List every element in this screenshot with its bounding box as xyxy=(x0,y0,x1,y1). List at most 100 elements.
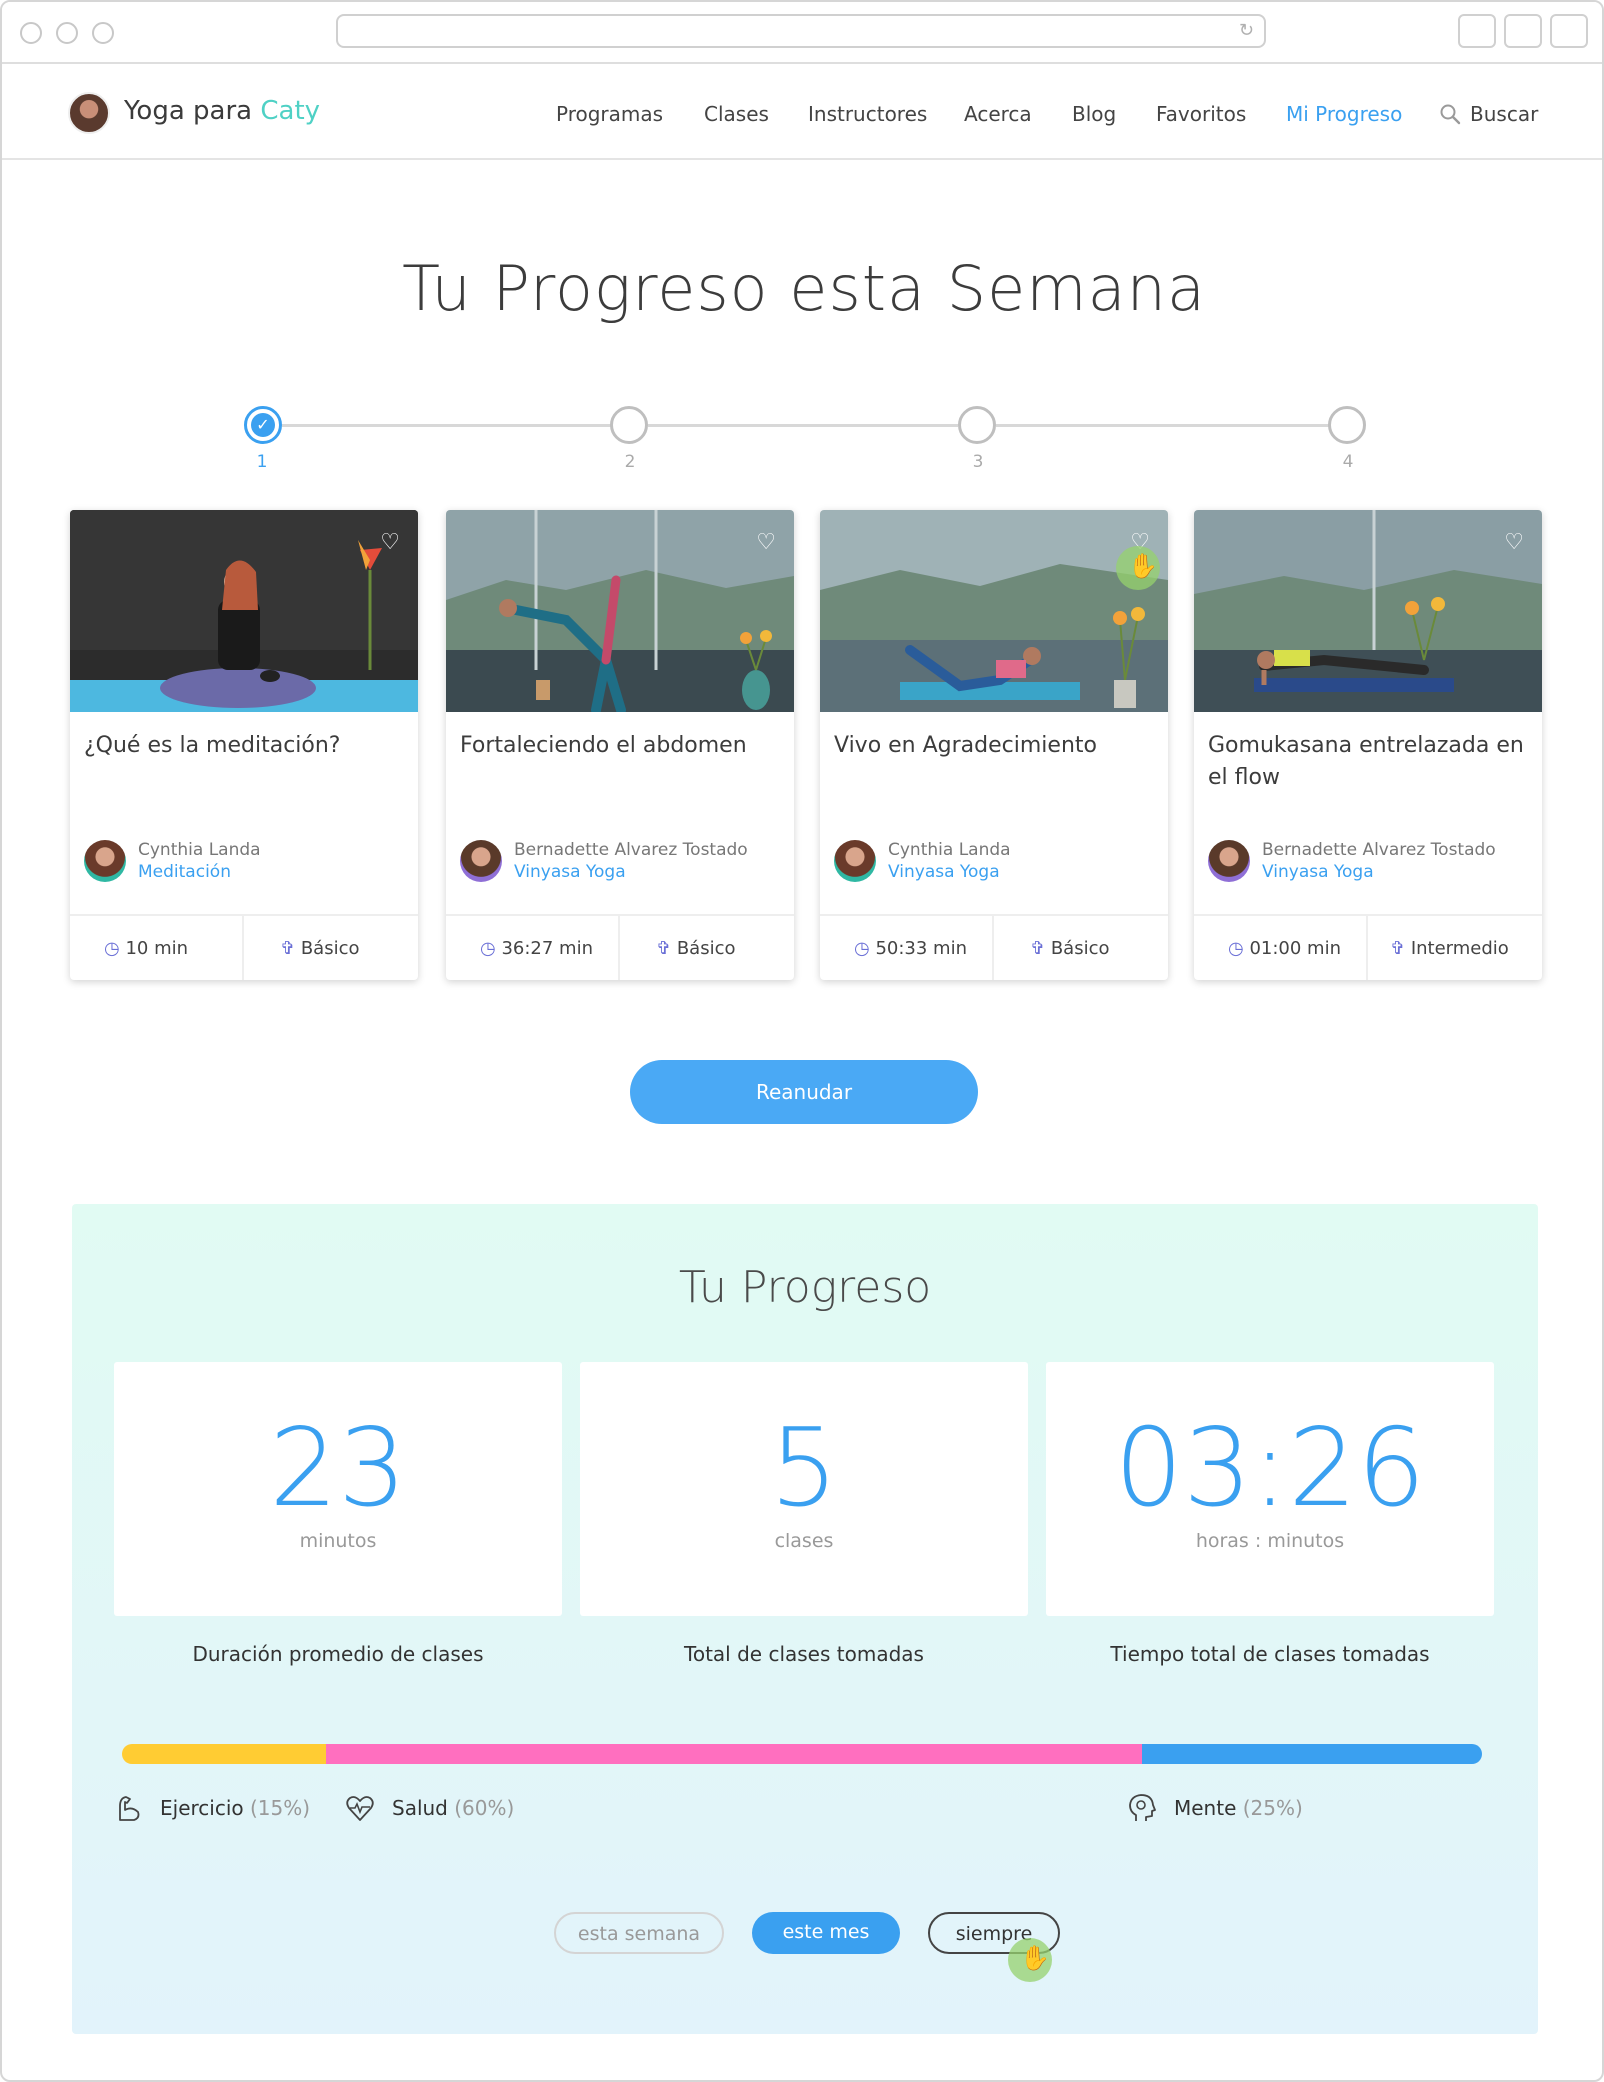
window-button-1[interactable] xyxy=(1458,14,1496,48)
stat-card-average-duration: 23 minutos xyxy=(114,1362,562,1616)
person-icon: ✞ xyxy=(656,938,672,959)
legend-health-pct: (60%) xyxy=(454,1796,515,1820)
class-thumbnail[interactable]: ♡ xyxy=(446,510,794,712)
breakdown-segment-salud xyxy=(326,1744,1142,1764)
favorite-heart-icon[interactable]: ♡ xyxy=(1504,530,1524,555)
brand-logo[interactable]: Yoga para Caty xyxy=(124,96,320,126)
stat-card-total-time: 03:26 horas : minutos xyxy=(1046,1362,1494,1616)
legend-health: Salud (60%) xyxy=(392,1796,514,1820)
instructor-name[interactable]: Bernadette Alvarez Tostado xyxy=(514,840,748,860)
class-thumbnail[interactable]: ♡ xyxy=(70,510,418,712)
class-thumbnail[interactable]: ♡ ✋ xyxy=(820,510,1168,712)
class-category[interactable]: Vinyasa Yoga xyxy=(514,862,626,882)
step-2-label: 2 xyxy=(624,452,636,472)
stat-card-total-classes: 5 clases xyxy=(580,1362,1028,1616)
window-button-2[interactable] xyxy=(1504,14,1542,48)
nav-item-favoritos[interactable]: Favoritos xyxy=(1156,102,1246,126)
instructor-name[interactable]: Cynthia Landa xyxy=(138,840,261,860)
step-3[interactable] xyxy=(958,406,996,444)
class-title[interactable]: ¿Qué es la meditación? xyxy=(84,730,404,762)
card-footer: ◷ 10 min ✞ Básico xyxy=(70,914,418,980)
window-minimize-dot[interactable] xyxy=(56,22,78,44)
duration: ◷ 10 min xyxy=(104,938,188,959)
favorite-heart-icon[interactable]: ♡ xyxy=(380,530,400,555)
address-bar[interactable]: ↻ xyxy=(336,14,1266,48)
nav-item-programas[interactable]: Programas xyxy=(556,102,663,126)
clock-icon: ◷ xyxy=(1228,938,1244,959)
legend-exercise: Ejercicio (15%) xyxy=(160,1796,310,1820)
nav-item-acerca[interactable]: Acerca xyxy=(964,102,1032,126)
legend-mind: Mente (25%) xyxy=(1174,1796,1303,1820)
progress-panel: Tu Progreso 23 minutos 5 clases 03:26 ho… xyxy=(72,1204,1538,2034)
filter-esta-semana[interactable]: esta semana xyxy=(554,1912,724,1954)
level: ✞ Básico xyxy=(656,938,736,959)
instructor-name[interactable]: Cynthia Landa xyxy=(888,840,1011,860)
instructor-avatar xyxy=(1208,840,1250,882)
head-mind-icon xyxy=(1129,1794,1156,1821)
level: ✞ Intermedio xyxy=(1390,938,1509,959)
level-value: Básico xyxy=(300,938,360,959)
step-4[interactable] xyxy=(1328,406,1366,444)
stat-unit: minutos xyxy=(299,1530,377,1552)
stat-label: Duración promedio de clases xyxy=(192,1642,484,1666)
class-category[interactable]: Meditación xyxy=(138,862,231,882)
stepper-line-1 xyxy=(282,424,612,427)
favorite-heart-icon[interactable]: ♡ xyxy=(756,530,776,555)
person-icon: ✞ xyxy=(1030,938,1046,959)
legend-exercise-name: Ejercicio xyxy=(160,1796,244,1820)
nav-item-mi-progreso[interactable]: Mi Progreso xyxy=(1286,102,1402,126)
class-title[interactable]: Gomukasana entrelazada en el flow xyxy=(1208,730,1528,794)
duration: ◷ 36:27 min xyxy=(480,938,593,959)
nav-search-label[interactable]: Buscar xyxy=(1470,102,1538,126)
class-thumbnail[interactable]: ♡ xyxy=(1194,510,1542,712)
filter-este-mes[interactable]: este mes xyxy=(752,1912,900,1954)
window-button-3[interactable] xyxy=(1550,14,1588,48)
class-title[interactable]: Vivo en Agradecimiento xyxy=(834,730,1154,762)
search-icon[interactable] xyxy=(1438,102,1462,126)
clock-icon: ◷ xyxy=(480,938,496,959)
class-category[interactable]: Vinyasa Yoga xyxy=(1262,862,1374,882)
stat-label: Total de clases tomadas xyxy=(684,1642,924,1666)
stepper-line-2 xyxy=(648,424,958,427)
person-icon: ✞ xyxy=(1390,938,1406,959)
heart-pulse-icon xyxy=(346,1796,374,1821)
card-footer: ◷ 36:27 min ✞ Básico xyxy=(446,914,794,980)
clock-icon: ◷ xyxy=(104,938,120,959)
step-1-complete[interactable]: ✓ xyxy=(244,406,282,444)
reload-icon[interactable]: ↻ xyxy=(1239,20,1254,42)
footer-divider xyxy=(618,916,620,980)
brand-avatar[interactable] xyxy=(68,92,110,134)
duration-value: 01:00 min xyxy=(1249,938,1341,959)
stat-unit: horas : minutos xyxy=(1195,1530,1345,1552)
class-card[interactable]: ♡ ✋ Vivo en Agradecimiento Cynthia Landa… xyxy=(820,510,1168,980)
class-card[interactable]: ♡ Gomukasana entrelazada en el flow Bern… xyxy=(1194,510,1542,980)
breakdown-segment-mente xyxy=(1142,1744,1482,1764)
step-2[interactable] xyxy=(610,406,648,444)
window-close-dot[interactable] xyxy=(20,22,42,44)
duration: ◷ 01:00 min xyxy=(1228,938,1341,959)
nav-item-blog[interactable]: Blog xyxy=(1072,102,1116,126)
browser-window: ↻ Yoga para Caty Programas Clases Instru… xyxy=(0,0,1604,2082)
brand-accent: Caty xyxy=(260,96,321,126)
nav-item-clases[interactable]: Clases xyxy=(704,102,769,126)
level-value: Básico xyxy=(1050,938,1110,959)
window-maximize-dot[interactable] xyxy=(92,22,114,44)
stat-value: 23 xyxy=(269,1406,407,1531)
level: ✞ Básico xyxy=(1030,938,1110,959)
resume-button[interactable]: Reanudar xyxy=(630,1060,978,1124)
progress-title: Tu Progreso xyxy=(678,1262,932,1313)
stat-value: 5 xyxy=(769,1406,839,1531)
hand-pointer-icon: ✋ xyxy=(1008,1938,1052,1982)
class-title[interactable]: Fortaleciendo el abdomen xyxy=(460,730,780,762)
level-value: Básico xyxy=(676,938,736,959)
hand-pointer-icon: ✋ xyxy=(1116,546,1160,590)
instructor-avatar xyxy=(834,840,876,882)
instructor-name[interactable]: Bernadette Alvarez Tostado xyxy=(1262,840,1496,860)
legend-exercise-pct: (15%) xyxy=(249,1796,311,1820)
class-category[interactable]: Vinyasa Yoga xyxy=(888,862,1000,882)
card-footer: ◷ 50:33 min ✞ Básico xyxy=(820,914,1168,980)
step-3-label: 3 xyxy=(972,452,984,472)
nav-item-instructores[interactable]: Instructores xyxy=(808,102,927,126)
class-card[interactable]: ♡ ¿Qué es la meditación? Cynthia Landa M… xyxy=(70,510,418,980)
class-card[interactable]: ♡ Fortaleciendo el abdomen Bernadette Al… xyxy=(446,510,794,980)
